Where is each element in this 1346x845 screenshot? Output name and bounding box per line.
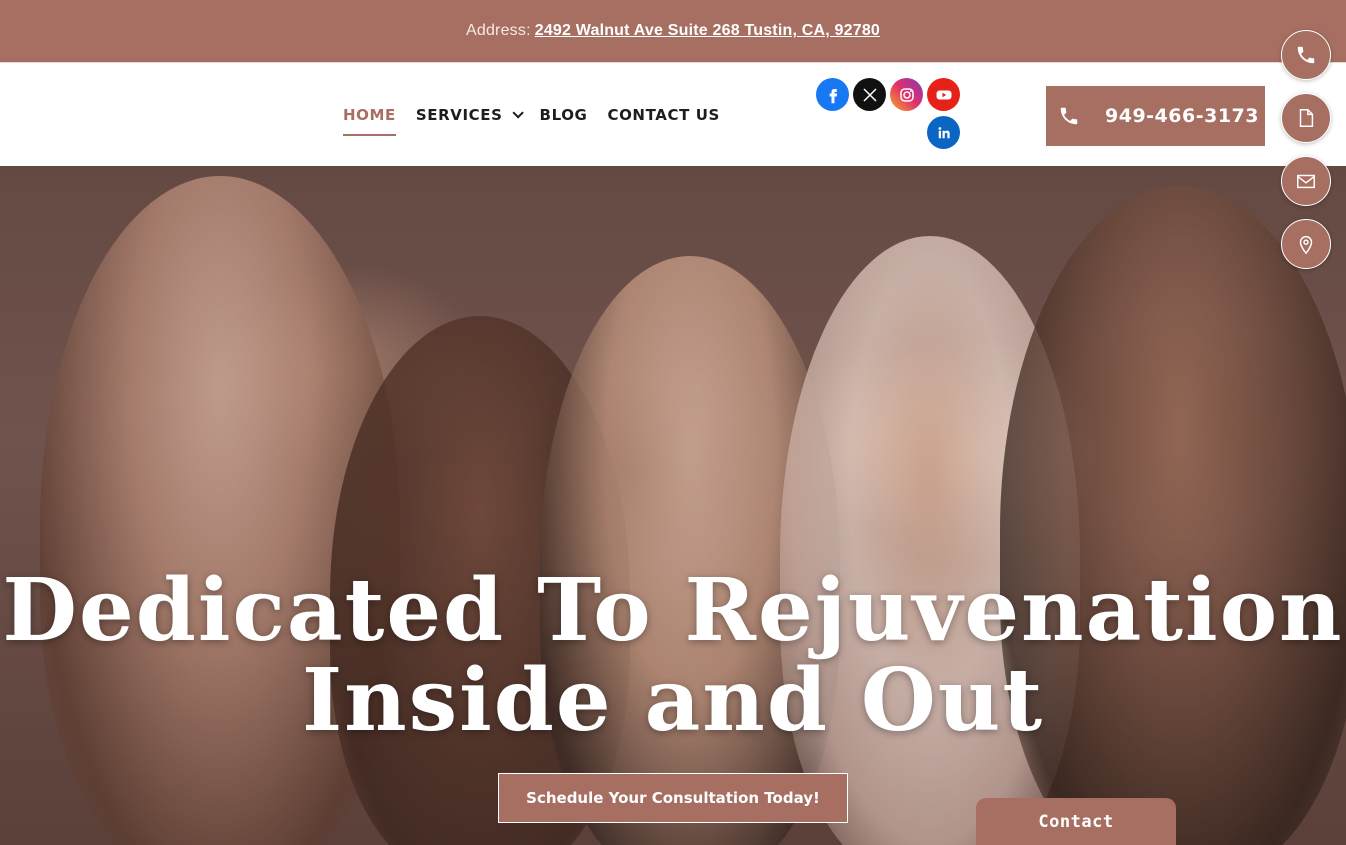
float-map-button[interactable] (1281, 219, 1331, 269)
hero-title-line-1: Dedicated To Rejuvenation (2, 560, 1344, 661)
facebook-icon[interactable] (816, 78, 849, 111)
address-bar: Address: 2492 Walnut Ave Suite 268 Tusti… (0, 0, 1346, 62)
linkedin-icon[interactable] (927, 116, 960, 149)
nav-contact-us[interactable]: CONTACT US (607, 100, 719, 130)
mail-icon (1297, 174, 1315, 189)
hero-title-line-2: Inside and Out (301, 650, 1045, 751)
address-link[interactable]: 2492 Walnut Ave Suite 268 Tustin, CA, 92… (535, 22, 880, 40)
document-icon (1299, 109, 1314, 127)
contact-tab-button[interactable]: Contact (976, 798, 1176, 845)
x-twitter-icon[interactable] (853, 78, 886, 111)
nav-contact-label: CONTACT US (607, 106, 720, 124)
float-mail-button[interactable] (1281, 156, 1331, 206)
hero-title: Dedicated To Rejuvenation Inside and Out (0, 566, 1346, 746)
schedule-consultation-button[interactable]: Schedule Your Consultation Today! (498, 773, 848, 823)
chevron-down-icon (512, 107, 524, 119)
nav-home[interactable]: HOME (343, 100, 396, 136)
address-label: Address: (465, 22, 531, 39)
hero-photo-person-5 (1000, 186, 1346, 845)
float-document-button[interactable] (1281, 93, 1331, 143)
header-phone-number: 949-466-3173 (1105, 105, 1259, 127)
nav-home-label: HOME (343, 106, 396, 124)
nav-services[interactable]: SERVICES (415, 100, 524, 130)
header-phone-button[interactable]: 949-466-3173 (1046, 86, 1265, 146)
nav-services-label: SERVICES (415, 106, 503, 124)
map-pin-icon (1299, 236, 1313, 255)
phone-icon (1060, 107, 1078, 125)
hero-banner: Dedicated To Rejuvenation Inside and Out… (0, 166, 1346, 845)
phone-icon (1297, 46, 1315, 64)
nav-blog[interactable]: BLOG (540, 100, 588, 130)
nav-blog-label: BLOG (539, 106, 588, 124)
youtube-icon[interactable] (927, 78, 960, 111)
float-phone-button[interactable] (1281, 30, 1331, 80)
site-header: HOME SERVICES BLOG CONTACT US 949-466-31… (0, 62, 1346, 166)
main-nav: HOME SERVICES BLOG CONTACT US (343, 63, 740, 167)
instagram-icon[interactable] (890, 78, 923, 111)
